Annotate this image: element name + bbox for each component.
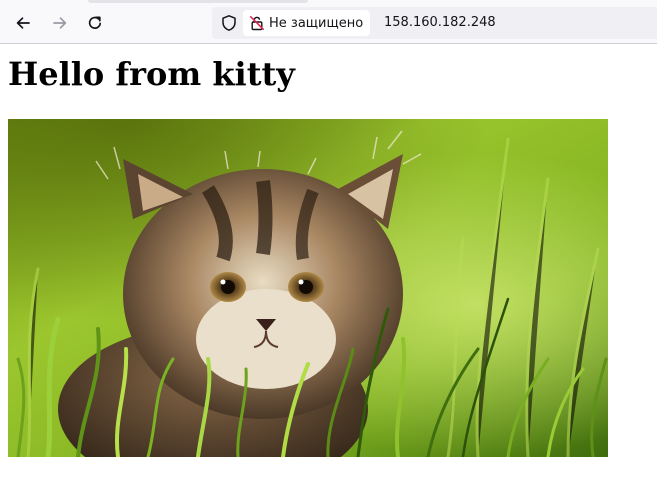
back-arrow-icon bbox=[16, 17, 30, 29]
insecure-lock-icon bbox=[250, 16, 264, 31]
reload-button[interactable] bbox=[82, 10, 108, 36]
url-text[interactable]: 158.160.182.248 bbox=[384, 15, 496, 30]
url-bar[interactable]: Не защищено 158.160.182.248 bbox=[212, 7, 657, 39]
site-security-indicator[interactable]: Не защищено bbox=[243, 10, 371, 36]
kitten-image bbox=[8, 119, 608, 457]
browser-toolbar: Не защищено 158.160.182.248 bbox=[0, 0, 657, 44]
security-status-label: Не защищено bbox=[269, 15, 364, 31]
forward-button[interactable] bbox=[47, 10, 73, 36]
forward-arrow-icon bbox=[53, 17, 67, 29]
back-button[interactable] bbox=[10, 10, 36, 36]
page-heading: Hello from kitty bbox=[8, 55, 295, 93]
tab-strip bbox=[88, 0, 308, 3]
page-content: Hello from kitty bbox=[0, 45, 657, 492]
shield-icon[interactable] bbox=[220, 14, 238, 32]
reload-icon bbox=[88, 16, 102, 29]
